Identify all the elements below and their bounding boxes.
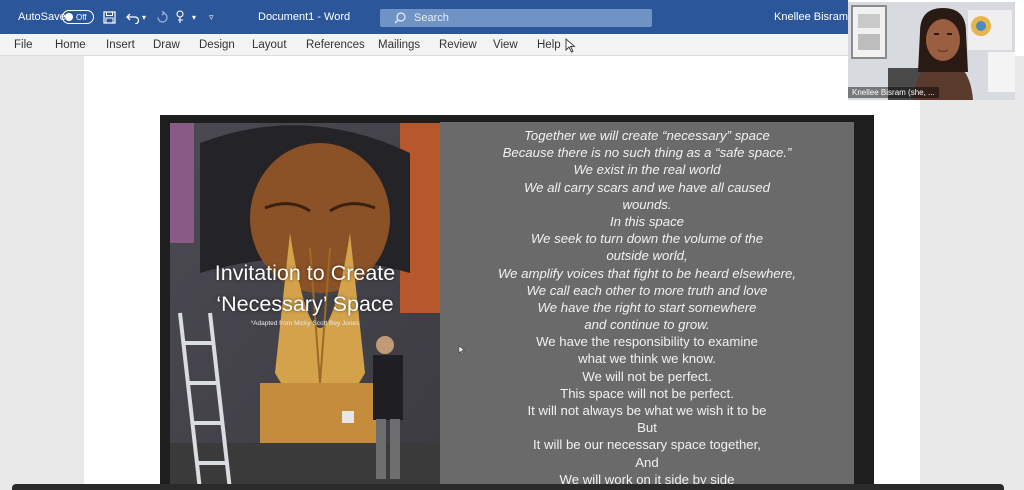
tab-file[interactable]: File: [14, 34, 33, 56]
search-icon: [394, 12, 406, 24]
toggle-knob: [65, 13, 73, 21]
poem-line: We will not be perfect.: [582, 368, 712, 384]
poem-line: We amplify voices that fight to be heard…: [497, 265, 797, 281]
poem-line: and continue to grow.: [584, 317, 710, 333]
mouse-pointer-icon: [565, 38, 576, 58]
tab-draw[interactable]: Draw: [153, 34, 180, 56]
tab-view[interactable]: View: [493, 34, 518, 56]
poem-line: wounds.: [622, 196, 672, 212]
search-box[interactable]: Search: [380, 9, 652, 27]
poem-line: We all carry scars and we have all cause…: [523, 179, 771, 195]
autosave-label: AutoSave: [18, 11, 66, 23]
tab-design[interactable]: Design: [199, 34, 235, 56]
poem-line: And: [635, 454, 659, 470]
undo-icon[interactable]: [126, 0, 140, 34]
user-name[interactable]: Knellee Bisram: [774, 0, 848, 34]
poem-line: We seek to turn down the volume of the: [530, 231, 764, 247]
poem-line: We call each other to more truth and lov…: [526, 282, 768, 298]
poem-line: outside world,: [606, 248, 688, 264]
tab-layout[interactable]: Layout: [252, 34, 287, 56]
tab-mailings[interactable]: Mailings: [378, 34, 420, 56]
participant-video-frame: [848, 2, 1015, 100]
poem-line: In this space: [609, 213, 685, 229]
touch-dropdown-icon[interactable]: ▾: [192, 0, 196, 34]
tab-home[interactable]: Home: [55, 34, 86, 56]
tab-help[interactable]: Help: [537, 34, 561, 56]
title-bar: AutoSave Off ▾ ▾ ▿ Document1 - Word Sear…: [0, 0, 848, 34]
customize-qat-icon[interactable]: ▿: [209, 0, 214, 34]
poem-line: It will not always be what we wish it to…: [527, 403, 767, 418]
poem-line: This space will not be perfect.: [560, 385, 734, 401]
slide-title: Invitation to Create ‘Necessary’ Space: [180, 258, 430, 320]
poem-line: We have the responsibility to examine: [536, 334, 758, 350]
poem-line: Because there is no such thing as a “saf…: [502, 145, 792, 161]
ribbon-tabs: File Home Insert Draw Design Layout Refe…: [0, 34, 848, 56]
poem-line: what we think we know.: [578, 351, 716, 367]
poem-line: But: [637, 420, 657, 436]
touch-mode-icon[interactable]: [176, 0, 186, 34]
autosave-state: Off: [76, 12, 87, 22]
screen-share-bottom-bar: [12, 484, 1004, 490]
autosave-toggle[interactable]: Off: [62, 10, 94, 24]
poem-line: It will be our necessary space together,: [533, 437, 761, 453]
slide-title-line-1: Invitation to Create: [214, 261, 396, 285]
slide-attribution: *Adapted from Micky Scott Bey Jones: [250, 320, 360, 327]
save-icon[interactable]: [103, 0, 116, 34]
tab-references[interactable]: References: [306, 34, 365, 56]
search-placeholder: Search: [414, 12, 449, 24]
document-title: Document1 - Word: [258, 11, 351, 23]
poem-line: We have the right to start somewhere: [537, 299, 757, 315]
poem-line: We exist in the real world: [573, 162, 721, 178]
tab-review[interactable]: Review: [439, 34, 477, 56]
participant-name-label: Knellee Bisram (she, ...: [848, 87, 939, 98]
participant-video[interactable]: Knellee Bisram (she, ...: [848, 2, 1015, 100]
redo-icon[interactable]: [156, 0, 169, 34]
poem-line: Together we will create “necessary” spac…: [524, 128, 770, 143]
text-cursor-icon: [458, 342, 466, 360]
undo-dropdown-icon[interactable]: ▾: [142, 0, 146, 34]
slide-title-line-2: ‘Necessary’ Space: [216, 292, 394, 316]
poem-text: Together we will create “necessary” spac…: [460, 127, 834, 488]
tab-insert[interactable]: Insert: [106, 34, 135, 56]
